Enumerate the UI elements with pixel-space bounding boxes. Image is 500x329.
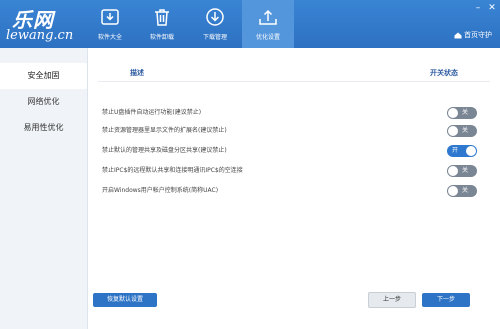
toggle-state: 关 [462,167,469,174]
toggle-state: 关 [462,109,469,116]
sidebar: 安全加固 网络优化 易用性优化 [0,48,88,329]
tab-label: 软件大全 [97,34,122,41]
download-box-icon [101,9,119,25]
toggle-knob [448,166,458,176]
setting-label: 禁止U盘插件自动运行功能(建议禁止) [102,109,202,116]
setting-row: 禁止IPC$的远程默认共享和连接明通讯IPC$的空连接 关 [102,162,482,180]
column-header-status: 开关状态 [430,69,458,77]
setting-label: 禁止默认的管理共享及磁盘分区共享(建议禁止) [102,147,227,154]
title-bar: 乐网 lewang.cn 软件大全 软件卸载 下载管理 优化设置 – ✕ 首页守… [0,0,500,48]
app-logo: 乐网 lewang.cn [6,4,76,44]
tab-label: 软件卸载 [149,34,174,41]
home-label: 首页守护 [464,31,492,39]
logo-english: lewang.cn [6,28,74,43]
home-guard-link[interactable]: 首页守护 [454,30,492,40]
setting-label: 禁止资源管理器里显示文件的扩展名(建议禁止) [102,127,227,134]
content-panel: 描述 开关状态 禁止U盘插件自动运行功能(建议禁止) 关 禁止资源管理器里显示文… [88,48,500,329]
setting-toggle[interactable]: 关 [447,165,477,177]
setting-row: 禁止资源管理器里显示文件的扩展名(建议禁止) 关 [102,122,482,140]
home-icon [454,32,462,38]
app-window: 乐网 lewang.cn 软件大全 软件卸载 下载管理 优化设置 – ✕ 首页守… [0,0,500,329]
tab-label: 优化设置 [255,34,280,41]
tab-uninstall[interactable]: 软件卸载 [136,0,188,48]
column-header-description: 描述 [130,69,144,77]
setting-label: 开启Windows用户帐户控制系统(简称UAC) [102,187,219,194]
setting-toggle[interactable]: 关 [447,185,477,197]
tab-software-store[interactable]: 软件大全 [84,0,136,48]
download-circle-icon [206,8,224,26]
setting-toggle[interactable]: 关 [447,125,477,137]
close-button[interactable]: ✕ [486,3,498,13]
toggle-state: 开 [452,147,459,154]
setting-row: 禁止U盘插件自动运行功能(建议禁止) 关 [102,104,482,122]
toggle-knob [448,186,458,196]
tab-optimize-settings[interactable]: 优化设置 [242,0,294,48]
setting-toggle[interactable]: 关 [447,107,477,119]
setting-row: 开启Windows用户帐户控制系统(简称UAC) 关 [102,182,482,200]
trash-icon [155,9,169,26]
tab-label: 下载管理 [202,34,227,41]
setting-toggle[interactable]: 开 [447,145,477,157]
prev-step-button[interactable]: 上一步 [368,292,416,308]
sidebar-item-network[interactable]: 网络优化 [0,89,87,115]
minimize-button[interactable]: – [472,3,484,13]
toggle-knob [448,108,458,118]
toggle-knob [448,126,458,136]
tab-download-manager[interactable]: 下载管理 [189,0,241,48]
restore-default-button[interactable]: 恢复默认设置 [93,293,157,307]
next-step-button[interactable]: 下一步 [422,293,470,307]
header-divider [98,81,490,82]
sidebar-item-usability[interactable]: 易用性优化 [0,115,87,141]
setting-label: 禁止IPC$的远程默认共享和连接明通讯IPC$的空连接 [102,167,243,174]
sidebar-item-security[interactable]: 安全加固 [0,63,87,89]
upload-tray-icon [259,9,277,25]
toggle-knob [466,146,476,156]
toggle-state: 关 [462,187,469,194]
setting-row: 禁止默认的管理共享及磁盘分区共享(建议禁止) 开 [102,142,482,160]
toggle-state: 关 [462,127,469,134]
